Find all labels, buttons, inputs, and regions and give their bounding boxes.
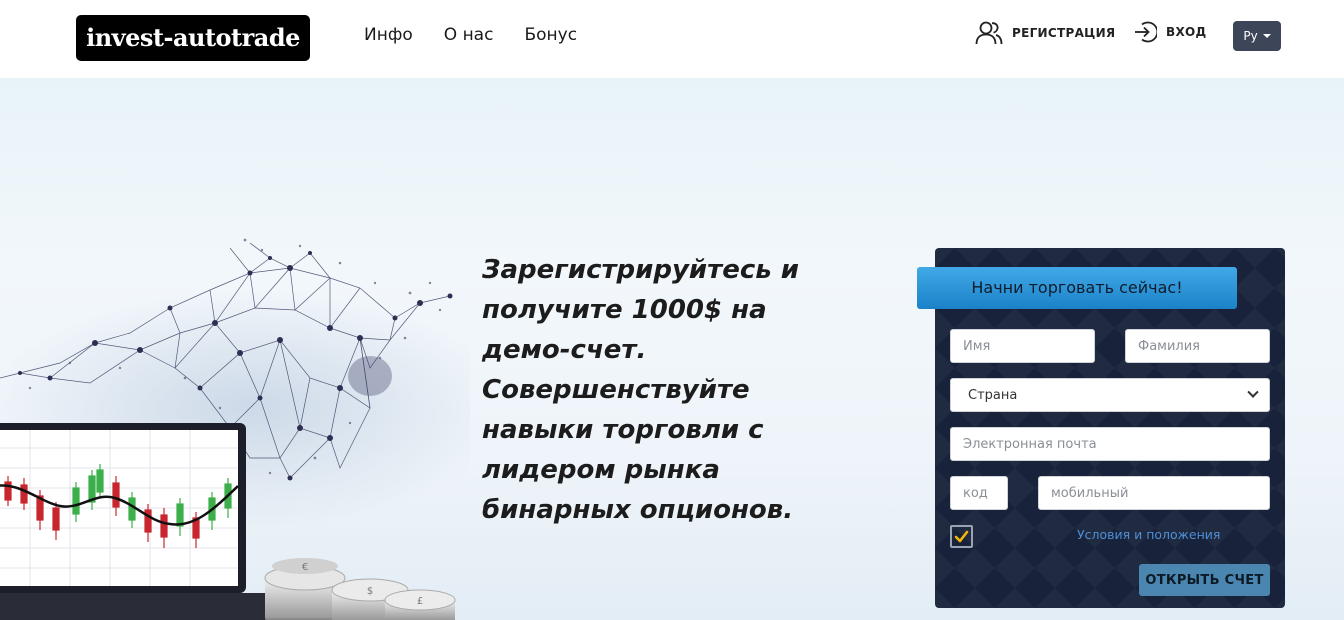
language-label: Ру xyxy=(1243,29,1258,43)
hero-headline: Зарегистрируйтесь и получите 1000$ на де… xyxy=(482,255,799,525)
hero-illustration: € $ £ xyxy=(0,238,470,620)
country-select[interactable]: Страна xyxy=(950,378,1270,412)
hero-section: € $ £ Зарегистрируйтесь и получите 1000$… xyxy=(0,78,1344,620)
email-input[interactable] xyxy=(950,427,1270,461)
register-label: РЕГИСТРАЦИЯ xyxy=(1012,26,1116,40)
caret-down-icon xyxy=(1262,34,1271,38)
first-name-input[interactable] xyxy=(950,329,1095,363)
main-nav: Инфо О нас Бонус xyxy=(364,22,577,48)
site-logo[interactable]: invest-autotrade xyxy=(76,15,310,61)
language-selector[interactable]: Ру xyxy=(1233,21,1281,51)
phone-input[interactable] xyxy=(1038,476,1270,510)
checkmark-icon xyxy=(954,530,969,543)
open-account-button[interactable]: ОТКРЫТЬ СЧЕТ xyxy=(1139,564,1270,596)
terms-checkbox[interactable] xyxy=(950,525,973,548)
nav-item-about[interactable]: О нас xyxy=(444,22,494,48)
sign-in-icon xyxy=(1135,21,1157,43)
svg-text:€: € xyxy=(302,562,308,573)
login-label: ВХОД xyxy=(1166,25,1207,39)
chevron-down-icon xyxy=(1247,386,1259,398)
form-title: Начни торговать сейчас! xyxy=(917,267,1237,309)
register-link[interactable]: РЕГИСТРАЦИЯ xyxy=(975,20,1115,46)
nav-item-bonus[interactable]: Бонус xyxy=(524,22,577,48)
site-header: invest-autotrade Инфо О нас Бонус РЕГИСТ… xyxy=(0,0,1344,78)
svg-text:$: $ xyxy=(367,586,373,597)
country-select-value: Страна xyxy=(968,387,1018,403)
svg-text:£: £ xyxy=(417,596,423,607)
phone-code-input[interactable] xyxy=(950,476,1008,510)
login-link[interactable]: ВХОД xyxy=(1133,20,1207,44)
coins-graphic: € $ £ xyxy=(264,558,456,620)
nav-item-info[interactable]: Инфо xyxy=(364,22,413,48)
last-name-input[interactable] xyxy=(1125,329,1270,363)
terms-link[interactable]: Условия и положения xyxy=(1077,527,1220,542)
users-icon xyxy=(975,21,1003,45)
registration-form: Начни торговать сейчас! Страна Условия и… xyxy=(917,248,1285,608)
